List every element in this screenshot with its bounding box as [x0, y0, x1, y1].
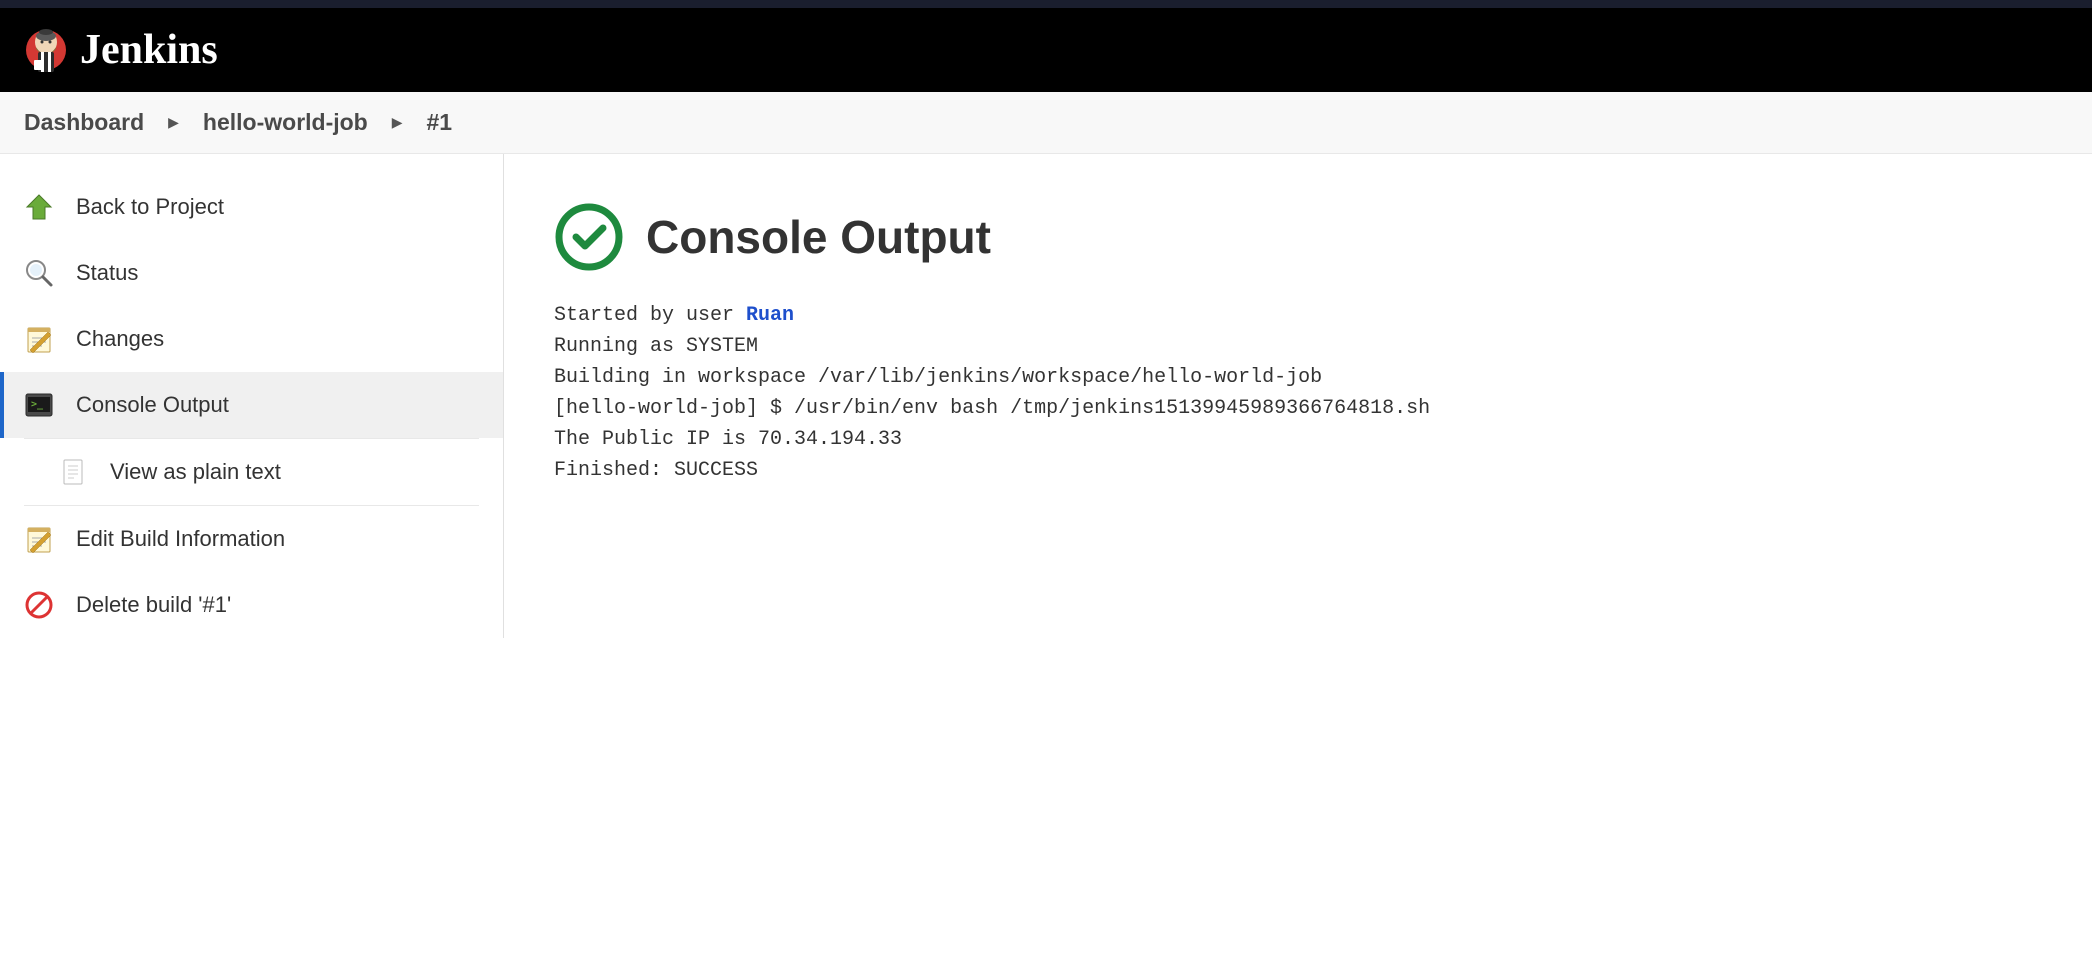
breadcrumb-job[interactable]: hello-world-job [203, 109, 368, 136]
content: Back to Project Status [0, 154, 2092, 638]
sidebar-status[interactable]: Status [0, 240, 503, 306]
console-output: Started by user Ruan Running as SYSTEM B… [554, 300, 2042, 486]
sidebar-item-label: Status [76, 260, 138, 286]
sidebar-console-output[interactable]: >_ Console Output [0, 372, 503, 438]
page-title: Console Output [646, 210, 991, 264]
console-line: The Public IP is 70.34.194.33 [554, 428, 902, 451]
up-arrow-icon [24, 192, 54, 222]
sidebar-edit-build-information[interactable]: Edit Build Information [0, 506, 503, 572]
page-header: Console Output [554, 202, 2042, 272]
console-line: Running as SYSTEM [554, 335, 758, 358]
header: Jenkins [0, 8, 2092, 92]
breadcrumb-dashboard[interactable]: Dashboard [24, 109, 144, 136]
prohibit-icon [24, 590, 54, 620]
console-line: Building in workspace /var/lib/jenkins/w… [554, 366, 1322, 389]
magnifier-icon [24, 258, 54, 288]
jenkins-logo[interactable]: Jenkins [24, 22, 218, 78]
notepad-icon [24, 524, 54, 554]
success-check-icon [554, 202, 624, 272]
breadcrumb: Dashboard ▶ hello-world-job ▶ #1 [0, 92, 2092, 154]
console-line: Started by user Ruan [554, 304, 794, 327]
sidebar-changes[interactable]: Changes [0, 306, 503, 372]
sidebar-back-to-project[interactable]: Back to Project [0, 174, 503, 240]
breadcrumb-build[interactable]: #1 [427, 109, 453, 136]
sidebar-item-label: Console Output [76, 392, 229, 418]
sidebar-view-as-plain-text[interactable]: View as plain text [0, 439, 503, 505]
jenkins-mascot-icon [24, 22, 68, 78]
sidebar-item-label: Edit Build Information [76, 526, 285, 552]
sidebar-item-label: Back to Project [76, 194, 224, 220]
sidebar-item-label: View as plain text [110, 459, 281, 485]
sidebar: Back to Project Status [0, 154, 504, 638]
chevron-right-icon: ▶ [392, 114, 403, 131]
document-icon [58, 457, 88, 487]
notepad-icon [24, 324, 54, 354]
svg-text:>_: >_ [31, 399, 44, 410]
app-name: Jenkins [80, 26, 218, 74]
console-line: [hello-world-job] $ /usr/bin/env bash /t… [554, 397, 1430, 420]
sidebar-delete-build[interactable]: Delete build '#1' [0, 572, 503, 638]
sidebar-item-label: Delete build '#1' [76, 592, 231, 618]
main: Console Output Started by user Ruan Runn… [504, 154, 2092, 638]
top-banner [0, 0, 2092, 8]
sidebar-item-label: Changes [76, 326, 164, 352]
chevron-right-icon: ▶ [168, 114, 179, 131]
user-link[interactable]: Ruan [746, 304, 794, 327]
console-line: Finished: SUCCESS [554, 459, 758, 482]
terminal-icon: >_ [24, 390, 54, 420]
